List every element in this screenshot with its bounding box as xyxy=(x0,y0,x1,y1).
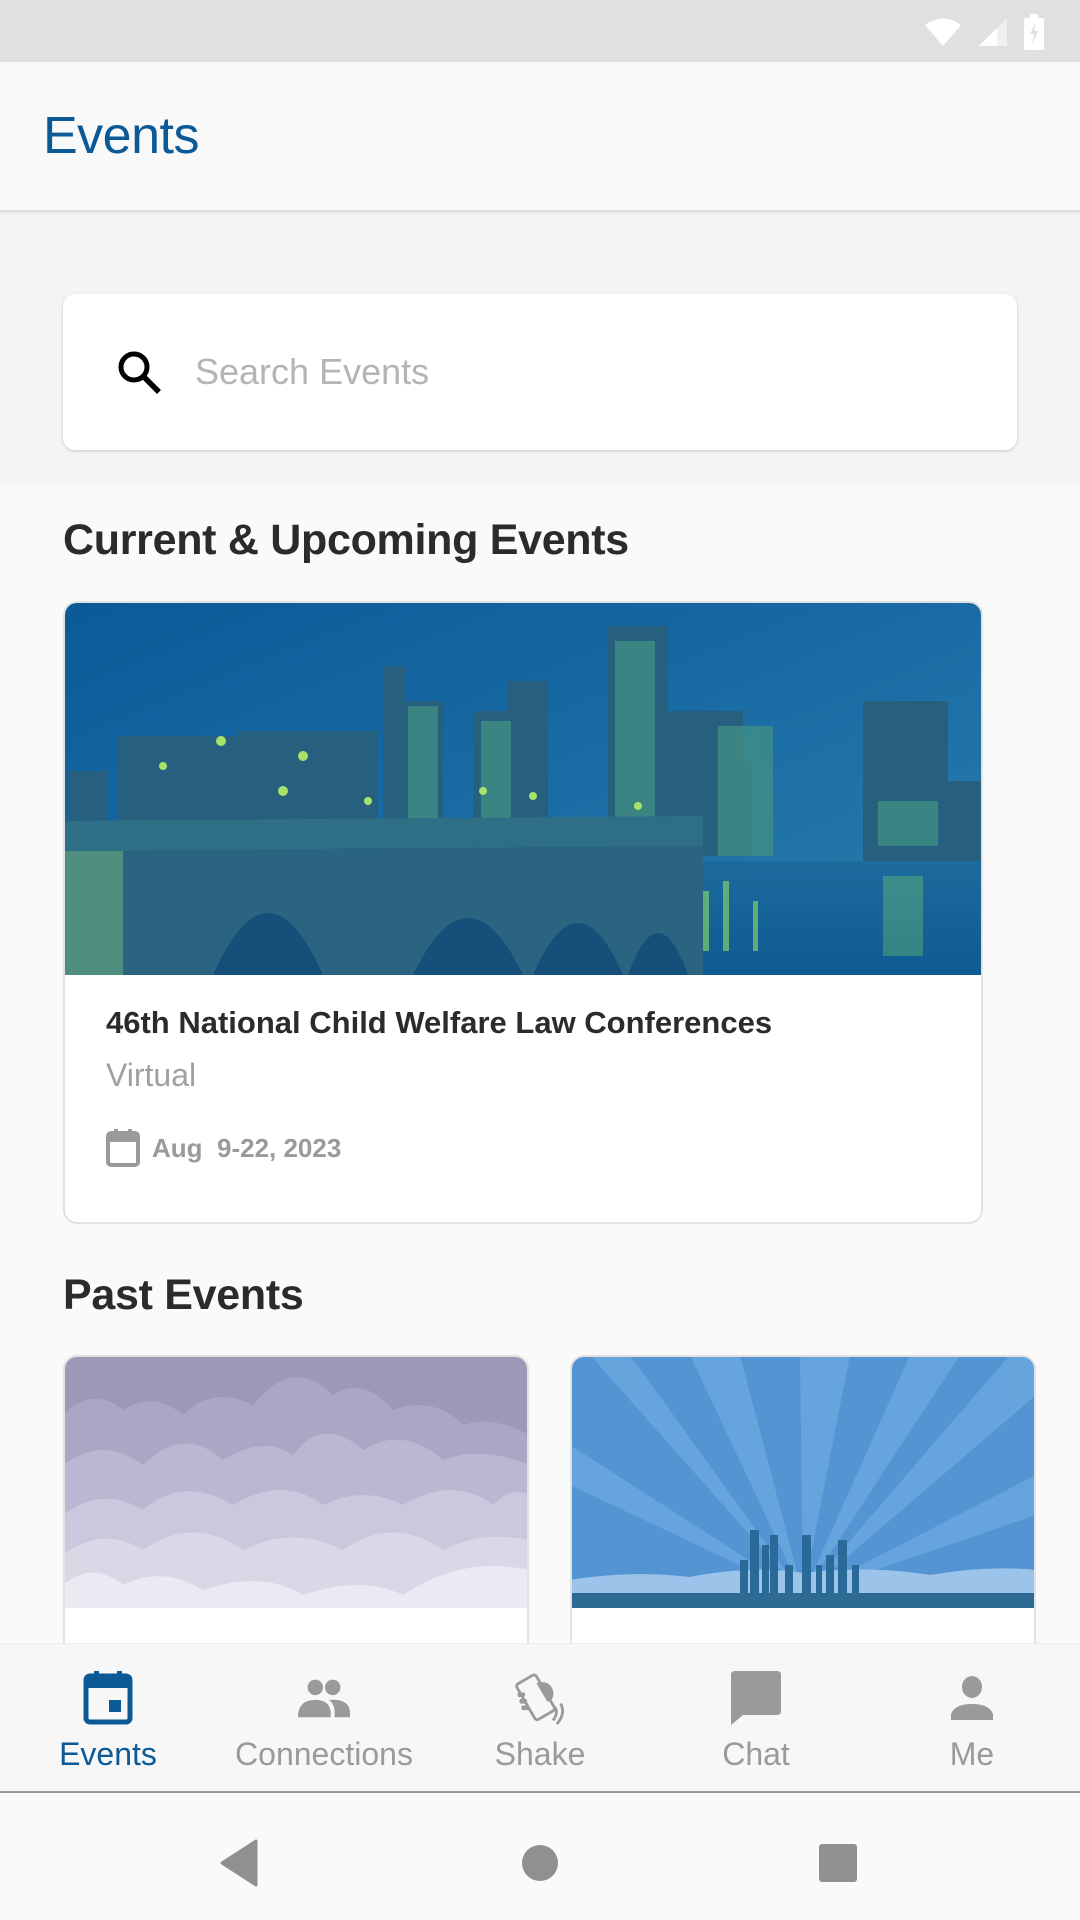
nav-label: Events xyxy=(59,1736,157,1772)
cell-signal-icon xyxy=(979,18,1007,46)
nav-item-chat[interactable]: Chat xyxy=(648,1644,864,1791)
chat-bubble-icon xyxy=(728,1670,784,1726)
calendar-icon xyxy=(80,1670,136,1726)
event-name: 46th National Child Welfare Law Conferen… xyxy=(106,1005,773,1040)
battery-charging-icon xyxy=(1024,14,1044,50)
calendar-icon xyxy=(106,1129,140,1167)
status-bar xyxy=(0,0,1080,62)
event-date: Aug 9-22, 2023 xyxy=(152,1132,342,1163)
recents-button[interactable] xyxy=(808,1833,868,1893)
nav-item-connections[interactable]: Connections xyxy=(216,1644,432,1791)
event-date-row: Aug 9-22, 2023 xyxy=(106,1129,341,1167)
event-image-sunburst-skyline xyxy=(572,1357,1034,1608)
bottom-nav: Events Connections Shake Chat Me xyxy=(0,1643,1080,1793)
back-icon xyxy=(220,1839,258,1887)
event-image-city-skyline xyxy=(65,603,981,975)
nav-label: Me xyxy=(949,1736,995,1772)
person-icon xyxy=(944,1670,1000,1726)
nav-item-me[interactable]: Me xyxy=(864,1644,1080,1791)
past-event-card[interactable] xyxy=(63,1355,529,1655)
shake-phone-icon xyxy=(512,1670,568,1726)
home-button[interactable] xyxy=(510,1833,570,1893)
status-icons xyxy=(923,14,1045,50)
upcoming-events-heading: Current & Upcoming Events xyxy=(63,516,629,564)
past-events-heading: Past Events xyxy=(63,1271,304,1319)
nav-label: Shake xyxy=(494,1736,586,1772)
home-icon xyxy=(522,1845,558,1881)
recents-icon xyxy=(819,1844,857,1882)
event-location: Virtual xyxy=(106,1057,197,1093)
page-title: Events xyxy=(43,107,199,165)
search-input[interactable] xyxy=(195,334,975,410)
nav-item-events[interactable]: Events xyxy=(0,1644,216,1791)
back-button[interactable] xyxy=(210,1833,270,1893)
nav-label: Chat xyxy=(722,1736,790,1772)
system-nav-bar xyxy=(0,1795,1080,1920)
event-image-clouds xyxy=(65,1357,527,1608)
search-icon[interactable] xyxy=(115,348,163,396)
nav-item-shake[interactable]: Shake xyxy=(432,1644,648,1791)
search-section xyxy=(0,210,1080,485)
search-box[interactable] xyxy=(63,294,1017,450)
wifi-icon xyxy=(925,18,961,46)
nav-label: Connections xyxy=(235,1736,413,1772)
app-header: Events xyxy=(0,62,1080,210)
upcoming-event-card[interactable]: 46th National Child Welfare Law Conferen… xyxy=(63,601,983,1224)
people-icon xyxy=(296,1670,352,1726)
past-event-card[interactable] xyxy=(570,1355,1036,1655)
